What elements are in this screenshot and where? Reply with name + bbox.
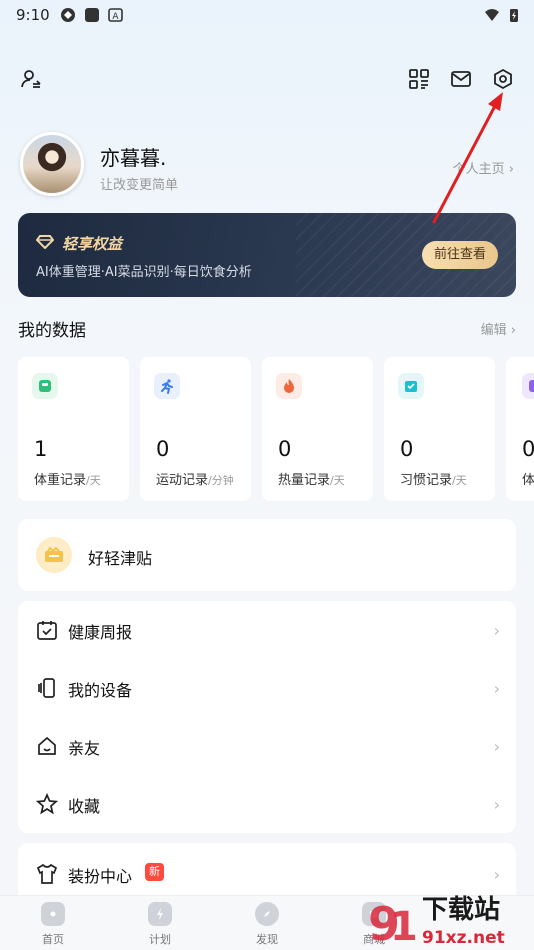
tshirt-icon <box>36 863 58 884</box>
new-badge: 新 <box>145 863 164 881</box>
stat-card-exercise[interactable]: 0 运动记录/分钟 <box>140 357 251 501</box>
plan-tab-icon <box>148 902 172 926</box>
stat-label: 习惯记录/天 <box>400 473 467 488</box>
edit-label: 编辑 <box>480 323 507 338</box>
chevron-right-icon: › <box>493 737 500 756</box>
wifi-icon <box>485 9 499 21</box>
menu-item-favorites[interactable]: 收藏 › <box>18 775 516 833</box>
my-data-title: 我的数据 <box>18 321 86 341</box>
profile-homepage-link[interactable]: 个人主页 › <box>453 158 514 177</box>
mail-icon[interactable] <box>448 66 474 92</box>
text-status-icon: A <box>108 8 123 22</box>
menu-item-my-devices[interactable]: 我的设备 › <box>18 659 516 717</box>
stat-label: 运动记录/分钟 <box>156 473 234 488</box>
tab-home[interactable]: 首页 <box>23 902 83 948</box>
tab-label: 发现 <box>256 933 278 946</box>
my-data-edit-link[interactable]: 编辑 › <box>481 319 516 338</box>
tab-discover[interactable]: 发现 <box>237 902 297 948</box>
menu-item-health-report[interactable]: 健康周报 › <box>18 601 516 659</box>
stat-card-weight[interactable]: 1 体重记录/天 <box>18 357 129 501</box>
chevron-right-icon: › <box>493 621 500 640</box>
tab-plan[interactable]: 计划 <box>130 902 190 948</box>
stat-card-partial[interactable]: 0 体 <box>506 357 534 501</box>
menu-item-family[interactable]: 亲友 › <box>18 717 516 775</box>
svg-text:91xz.net: 91xz.net <box>422 928 505 948</box>
settings-icon[interactable] <box>490 66 516 92</box>
menu-label: 亲友 <box>68 739 101 758</box>
profile-homepage-label: 个人主页 <box>452 162 505 177</box>
stat-value: 0 <box>400 437 414 461</box>
profile-header[interactable]: 亦暮暮. 让改变更简单 个人主页 › <box>18 132 516 198</box>
stat-label: 体 <box>522 473 534 488</box>
allowance-icon <box>36 537 72 573</box>
flame-icon <box>276 373 302 399</box>
calendar-icon <box>37 621 57 640</box>
stat-value: 0 <box>278 437 292 461</box>
body-icon <box>522 373 534 399</box>
habit-check-icon <box>398 373 424 399</box>
star-icon <box>36 793 58 815</box>
profile-name: 亦暮暮. <box>100 146 167 170</box>
stat-card-calories[interactable]: 0 热量记录/天 <box>262 357 373 501</box>
vpn-icon <box>61 8 75 22</box>
device-icon <box>38 678 55 698</box>
compass-tab-icon <box>255 902 279 926</box>
chevron-right-icon: › <box>493 865 500 884</box>
svg-text:1: 1 <box>390 904 418 950</box>
stat-value: 1 <box>34 437 48 461</box>
vip-description: AI体重管理·AI菜品识别·每日饮食分析 <box>36 265 252 280</box>
vip-benefits-card[interactable]: 轻享权益 AI体重管理·AI菜品识别·每日饮食分析 前往查看 <box>18 213 516 297</box>
profile-subtitle: 让改变更简单 <box>100 178 179 193</box>
chevron-right-icon: › <box>493 679 500 698</box>
menu-list: 健康周报 › 我的设备 › 亲友 › 收藏 › <box>18 601 516 833</box>
app-status-icon <box>85 8 99 22</box>
running-icon <box>154 373 180 399</box>
menu-label: 我的设备 <box>68 681 133 700</box>
site-watermark: 9 1 下载站 91xz.net <box>368 895 505 950</box>
allowance-card[interactable]: 好轻津贴 <box>18 519 516 591</box>
diamond-icon <box>36 235 54 249</box>
svg-text:下载站: 下载站 <box>422 895 500 925</box>
weight-scale-icon <box>32 373 58 399</box>
stat-label: 体重记录/天 <box>34 473 101 488</box>
vip-title: 轻享权益 <box>62 235 123 253</box>
stat-label: 热量记录/天 <box>278 473 345 488</box>
avatar[interactable] <box>20 132 84 196</box>
vip-view-button[interactable]: 前往查看 <box>421 241 498 269</box>
stat-card-habits[interactable]: 0 习惯记录/天 <box>384 357 495 501</box>
menu-label: 装扮中心 <box>68 867 133 886</box>
scan-icon[interactable] <box>406 66 432 92</box>
user-switch-icon[interactable] <box>18 66 44 92</box>
home-tab-icon <box>41 902 65 926</box>
menu-label: 收藏 <box>68 797 101 816</box>
tab-label: 首页 <box>42 933 64 946</box>
stat-value: 0 <box>522 437 534 461</box>
chevron-right-icon: › <box>510 323 516 338</box>
svg-text:A: A <box>112 12 119 22</box>
stat-cards-row[interactable]: 1 体重记录/天 0 运动记录/分钟 0 热量记录/天 0 习惯记录/天 0 体 <box>18 357 534 501</box>
battery-charging-icon <box>510 9 518 22</box>
home-icon <box>38 736 56 755</box>
menu-label: 健康周报 <box>68 623 133 642</box>
status-bar: 9:10 A <box>0 0 534 30</box>
allowance-label: 好轻津贴 <box>88 549 153 568</box>
chevron-right-icon: › <box>508 162 514 177</box>
stat-value: 0 <box>156 437 170 461</box>
status-time: 9:10 <box>16 6 50 24</box>
tab-label: 计划 <box>149 933 171 946</box>
chevron-right-icon: › <box>493 795 500 814</box>
